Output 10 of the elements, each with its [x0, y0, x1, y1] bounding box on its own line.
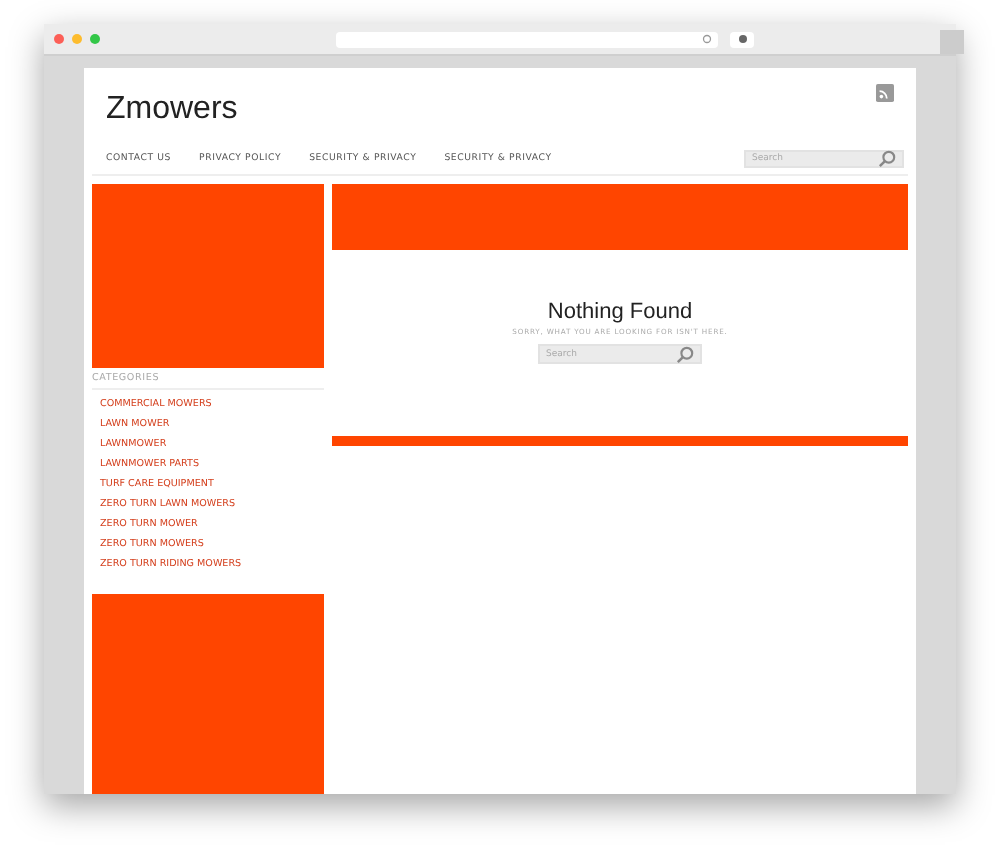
- site-title[interactable]: Zmowers: [106, 92, 238, 146]
- maximize-dot[interactable]: [90, 34, 100, 44]
- reload-icon[interactable]: [702, 34, 712, 44]
- search-icon: [676, 345, 694, 363]
- minimize-dot[interactable]: [72, 34, 82, 44]
- close-dot[interactable]: [54, 34, 64, 44]
- page-heading: Nothing Found: [545, 300, 695, 324]
- search-icon: [878, 150, 896, 169]
- extension-button[interactable]: [730, 31, 754, 47]
- rss-icon[interactable]: [876, 84, 894, 102]
